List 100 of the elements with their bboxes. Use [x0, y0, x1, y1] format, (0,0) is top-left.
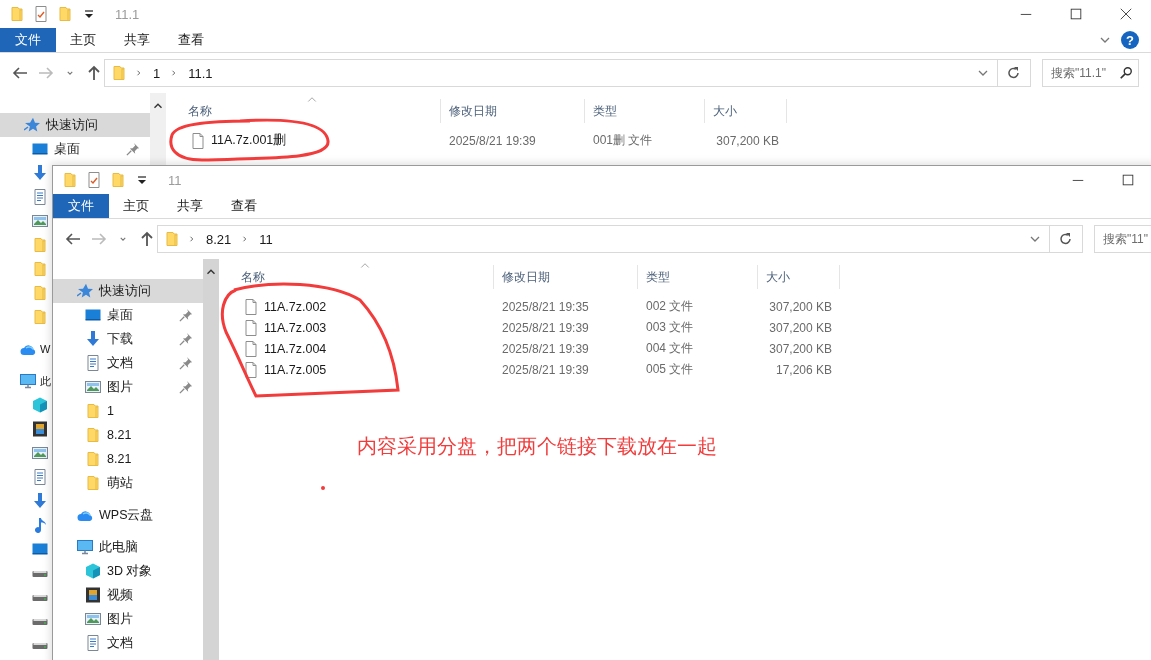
nav-item[interactable]: 此 [0, 369, 52, 393]
column-header[interactable]: 修改日期 [441, 99, 585, 123]
nav-item[interactable]: 文档 [53, 631, 203, 655]
ribbon-tab[interactable]: 共享 [110, 28, 164, 52]
window-title: 11.1 [115, 6, 140, 22]
date-cell-text: 2025/8/21 19:39 [501, 341, 590, 356]
address-bar[interactable]: 1 11.1 [104, 59, 998, 87]
refresh-icon [1058, 231, 1074, 247]
file-icon [243, 361, 259, 378]
up-arrow-icon[interactable] [139, 231, 155, 247]
ribbon-tab[interactable]: 主页 [56, 28, 110, 52]
size-cell-text: 17,206 KB [774, 362, 833, 377]
breadcrumb-item[interactable]: 11.1 [186, 65, 215, 81]
size-cell-text: 307,200 KB [768, 320, 833, 335]
nav-item[interactable]: 桌面 [53, 303, 203, 327]
type-cell-text: 005 文件 [645, 361, 695, 378]
search-field[interactable]: 搜索"11" [1094, 225, 1151, 253]
computer-icon [20, 373, 36, 389]
up-arrow-icon[interactable] [86, 65, 102, 81]
date-cell-text: 2025/8/21 19:39 [501, 320, 590, 335]
pin-icon [179, 356, 193, 370]
folder-icon [164, 231, 180, 247]
computer-icon [77, 539, 93, 555]
nav-item[interactable]: 此电脑 [53, 535, 203, 559]
download-arrow-icon [32, 493, 48, 509]
breadcrumb-item[interactable]: 8.21 [204, 231, 234, 247]
size-cell-text: 307,200 KB [715, 133, 780, 148]
nav-item[interactable]: 文档 [53, 351, 203, 375]
nav-item[interactable]: 萌站 [53, 471, 203, 495]
nav-item[interactable]: 1 [53, 399, 203, 423]
nav-item[interactable]: 图片 [53, 607, 203, 631]
ribbon-tab[interactable]: 共享 [163, 194, 217, 218]
film-icon [32, 421, 48, 437]
address-bar[interactable]: 8.21 11 [157, 225, 1050, 253]
file-name[interactable]: 11A.7z.005 [264, 362, 327, 377]
scrollbar[interactable] [203, 259, 219, 660]
size-cell-text: 307,200 KB [768, 299, 833, 314]
file-menu-tab[interactable]: 文件 [53, 194, 109, 218]
date-cell-text: 2025/8/21 19:35 [501, 299, 590, 314]
breadcrumb-item[interactable]: 1 [151, 65, 163, 81]
date-cell-text: 2025/8/21 19:39 [448, 133, 537, 148]
checklist-icon[interactable] [33, 6, 49, 22]
nav-item[interactable]: 下载 [53, 327, 203, 351]
column-header[interactable]: 类型 [638, 265, 758, 289]
nav-item[interactable]: 桌面 [0, 137, 150, 161]
type-cell-text: 002 文件 [645, 298, 695, 315]
column-header[interactable]: 大小 [705, 99, 787, 123]
file-name[interactable]: 11A.7z.004 [264, 341, 327, 356]
document-icon [85, 355, 101, 371]
document-icon [85, 635, 101, 651]
ribbon-tab[interactable]: 查看 [164, 28, 218, 52]
nav-item[interactable]: 8.21 [53, 423, 203, 447]
close-icon [1119, 7, 1133, 21]
refresh-button[interactable] [1050, 225, 1083, 253]
nav-item[interactable]: 8.21 [53, 447, 203, 471]
column-header[interactable]: 名称 [166, 99, 441, 123]
folder-icon [32, 285, 48, 301]
cube-icon [32, 397, 48, 413]
pin-icon [126, 142, 140, 156]
refresh-button[interactable] [998, 59, 1031, 87]
nav-item[interactable]: 快速访问 [53, 279, 203, 303]
type-cell-text: 004 文件 [645, 340, 695, 357]
folder-icon [85, 475, 101, 491]
date-cell-text: 2025/8/21 19:39 [501, 362, 590, 377]
breadcrumb-item[interactable]: 11 [257, 231, 275, 247]
column-header[interactable]: 修改日期 [494, 265, 638, 289]
cube-icon [85, 563, 101, 579]
back-arrow-icon[interactable] [65, 231, 81, 247]
monitor-icon [85, 307, 101, 323]
search-icon [1119, 66, 1133, 80]
column-header[interactable]: 名称 [219, 265, 494, 289]
ribbon-tab[interactable]: 主页 [109, 194, 163, 218]
annotation-dot [321, 486, 325, 490]
back-arrow-icon[interactable] [12, 65, 28, 81]
maximize-icon [1121, 173, 1135, 187]
monitor-icon [32, 141, 48, 157]
column-header[interactable]: 大小 [758, 265, 840, 289]
folder-icon [32, 237, 48, 253]
pin-icon [179, 380, 193, 394]
column-header[interactable]: 类型 [585, 99, 705, 123]
checklist-icon[interactable] [86, 172, 102, 188]
pin-icon [179, 308, 193, 322]
file-name[interactable]: 11A.7z.002 [264, 299, 327, 314]
file-icon [243, 340, 259, 357]
nav-item[interactable]: 视频 [53, 583, 203, 607]
file-name[interactable]: 11A.7z.001删 [211, 132, 287, 149]
folder-icon [85, 403, 101, 419]
search-field[interactable]: 搜索"11.1" [1042, 59, 1139, 87]
nav-item[interactable]: 快速访问 [0, 113, 150, 137]
ribbon-tab[interactable]: 查看 [217, 194, 271, 218]
nav-item[interactable]: W [0, 337, 52, 361]
nav-item[interactable]: WPS云盘 [53, 503, 203, 527]
scrollbar[interactable] [150, 93, 166, 166]
file-menu-tab[interactable]: 文件 [0, 28, 56, 52]
help-button[interactable]: ? [1121, 31, 1139, 49]
nav-item[interactable]: 图片 [53, 375, 203, 399]
folder-icon [32, 309, 48, 325]
annotation-text: 内容采用分盘，把两个链接下载放在一起 [357, 434, 717, 459]
file-name[interactable]: 11A.7z.003 [264, 320, 327, 335]
nav-item[interactable]: 3D 对象 [53, 559, 203, 583]
